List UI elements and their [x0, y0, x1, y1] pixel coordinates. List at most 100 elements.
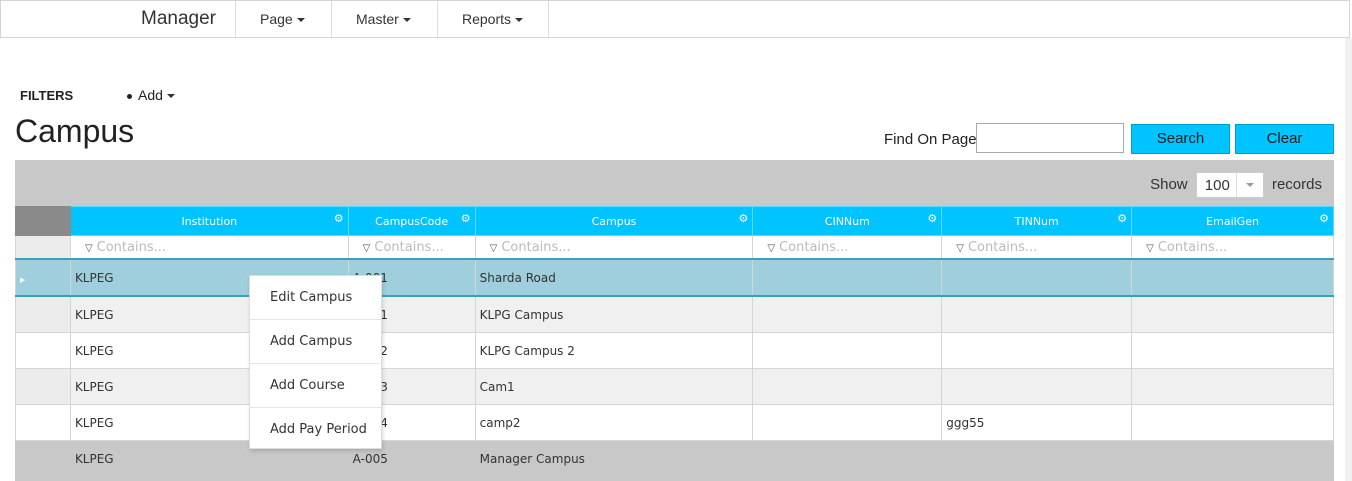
- row-pointer-icon: ▶: [20, 275, 26, 284]
- filter-placeholder: Contains...: [501, 239, 571, 255]
- page-title: Campus: [15, 113, 135, 149]
- clear-button[interactable]: Clear: [1235, 124, 1334, 154]
- cell-emailgen[interactable]: [1131, 440, 1334, 477]
- nav-menu-reports[interactable]: Reports: [437, 1, 549, 37]
- filter-icon[interactable]: ▽: [363, 243, 371, 254]
- cell-emailgen[interactable]: [1131, 295, 1334, 333]
- gear-icon[interactable]: ⚙: [1117, 212, 1127, 225]
- find-on-page-input[interactable]: [976, 123, 1124, 153]
- cell-campus[interactable]: Cam1: [474, 368, 754, 405]
- cell-campus[interactable]: KLPG Campus: [474, 295, 754, 333]
- chevron-down-icon: [515, 18, 524, 23]
- filter-placeholder: Contains...: [967, 239, 1038, 255]
- cell-tinnum[interactable]: [941, 258, 1133, 297]
- column-title: TINNum: [1014, 214, 1059, 228]
- gear-icon[interactable]: ⚙: [739, 212, 749, 225]
- nav-menu-master-label: Master: [356, 11, 399, 27]
- filter-icon[interactable]: ▽: [767, 243, 775, 254]
- cell-tinnum[interactable]: [941, 440, 1133, 477]
- column-header-cinnum[interactable]: CINNum ⚙: [752, 206, 943, 236]
- column-header-campuscode[interactable]: CampusCode ⚙: [347, 206, 476, 236]
- cell-cinnum[interactable]: [752, 368, 943, 405]
- page-size-select[interactable]: 100: [1195, 172, 1264, 198]
- add-dropdown-label: Add: [138, 87, 163, 103]
- table-row[interactable]: KLPEG A-002 KLPG Campus 2: [15, 332, 1334, 369]
- row-context-menu: Edit Campus Add Campus Add Course Add Pa…: [249, 275, 382, 449]
- filter-cell-cinnum[interactable]: ▽ Contains...: [752, 235, 943, 260]
- column-header-emailgen[interactable]: EmailGen ⚙: [1131, 206, 1334, 236]
- cell-tinnum[interactable]: [941, 332, 1133, 369]
- column-header-campus[interactable]: Campus ⚙: [474, 206, 754, 236]
- cell-emailgen[interactable]: [1131, 368, 1334, 405]
- brand-title[interactable]: Manager: [141, 8, 216, 30]
- cell-campus[interactable]: camp2: [474, 404, 754, 441]
- column-header-tinnum[interactable]: TINNum ⚙: [941, 206, 1133, 236]
- cell-emailgen[interactable]: [1131, 404, 1334, 441]
- chevron-down-icon[interactable]: [1235, 173, 1263, 197]
- top-navbar: Manager Page Master Reports: [0, 0, 1350, 38]
- column-title: CampusCode: [375, 214, 449, 228]
- table-row[interactable]: KLPEG A-003 Cam1: [15, 368, 1334, 405]
- filter-cell-campus[interactable]: ▽ Contains...: [474, 235, 754, 260]
- row-selector[interactable]: [15, 332, 71, 369]
- context-menu-add-campus[interactable]: Add Campus: [250, 320, 381, 364]
- filter-cell-emailgen[interactable]: ▽ Contains...: [1131, 235, 1334, 260]
- table-row[interactable]: KLPEG A-004 camp2 ggg55: [15, 404, 1334, 441]
- cell-tinnum[interactable]: [941, 295, 1133, 333]
- table-row[interactable]: KLPEG A-001 KLPG Campus: [15, 295, 1334, 333]
- nav-menu-page-label: Page: [260, 11, 293, 27]
- filter-cell-campuscode[interactable]: ▽ Contains...: [347, 235, 476, 260]
- filter-icon[interactable]: ▽: [85, 243, 93, 254]
- cell-campus[interactable]: Manager Campus: [474, 440, 754, 477]
- column-title: CINNum: [824, 214, 870, 228]
- table-row[interactable]: KLPEG A-005 Manager Campus: [15, 440, 1334, 477]
- gear-icon[interactable]: ⚙: [1319, 212, 1329, 225]
- page-scrollbar[interactable]: [1345, 38, 1352, 481]
- cell-campus[interactable]: Sharda Road: [474, 258, 754, 297]
- filter-cell-institution[interactable]: ▽ Contains...: [69, 235, 349, 260]
- gear-icon[interactable]: ⚙: [461, 212, 471, 225]
- filter-icon[interactable]: ▽: [490, 243, 498, 254]
- nav-menu-master[interactable]: Master: [331, 1, 438, 37]
- cell-cinnum[interactable]: [752, 440, 943, 477]
- row-selector[interactable]: [15, 368, 71, 405]
- filter-placeholder: Contains...: [779, 239, 849, 255]
- cell-cinnum[interactable]: [752, 332, 943, 369]
- cell-cinnum[interactable]: [752, 404, 943, 441]
- cell-emailgen[interactable]: [1131, 332, 1334, 369]
- cell-emailgen[interactable]: [1131, 258, 1334, 297]
- gear-icon[interactable]: ⚙: [927, 212, 937, 225]
- filter-row: ▽ Contains... ▽ Contains... ▽ Contains... ▽…: [15, 235, 1334, 260]
- row-selector-header: [15, 206, 71, 236]
- filters-toggle[interactable]: FILTERS: [20, 88, 73, 103]
- add-dropdown[interactable]: Add: [127, 87, 175, 103]
- header-row: Institution ⚙ CampusCode ⚙ Campus ⚙ CINNum ⚙…: [15, 206, 1334, 236]
- row-selector[interactable]: [15, 404, 71, 441]
- filter-icon[interactable]: ▽: [1146, 243, 1154, 254]
- cell-cinnum[interactable]: [752, 295, 943, 333]
- search-button[interactable]: Search: [1131, 124, 1230, 154]
- row-selector[interactable]: [15, 440, 71, 477]
- cell-tinnum[interactable]: [941, 368, 1133, 405]
- row-selector[interactable]: ▶: [15, 258, 71, 297]
- cell-cinnum[interactable]: [752, 258, 943, 297]
- filter-cell-tinnum[interactable]: ▽ Contains...: [941, 235, 1133, 260]
- cell-campus[interactable]: KLPG Campus 2: [474, 332, 754, 369]
- records-label: records: [1271, 175, 1322, 193]
- context-menu-edit-campus[interactable]: Edit Campus: [250, 276, 381, 320]
- column-header-institution[interactable]: Institution ⚙: [69, 206, 349, 236]
- filter-icon[interactable]: ▽: [956, 243, 964, 254]
- nav-menu-page[interactable]: Page: [235, 1, 332, 37]
- table-row[interactable]: ▶ KLPEG A-001 Sharda Road: [15, 258, 1334, 297]
- context-menu-add-course[interactable]: Add Course: [250, 364, 381, 408]
- gear-icon[interactable]: ⚙: [334, 212, 344, 225]
- show-label: Show: [1150, 175, 1188, 193]
- context-menu-add-pay-period[interactable]: Add Pay Period: [250, 408, 381, 451]
- page-size-control: Show 100 records: [1150, 172, 1322, 198]
- row-selector[interactable]: [15, 295, 71, 333]
- filter-placeholder: Contains...: [96, 239, 166, 255]
- cell-tinnum[interactable]: ggg55: [941, 404, 1133, 441]
- filter-row-selector: [15, 235, 71, 260]
- filter-placeholder: Contains...: [1157, 239, 1228, 255]
- filter-placeholder: Contains...: [374, 239, 444, 255]
